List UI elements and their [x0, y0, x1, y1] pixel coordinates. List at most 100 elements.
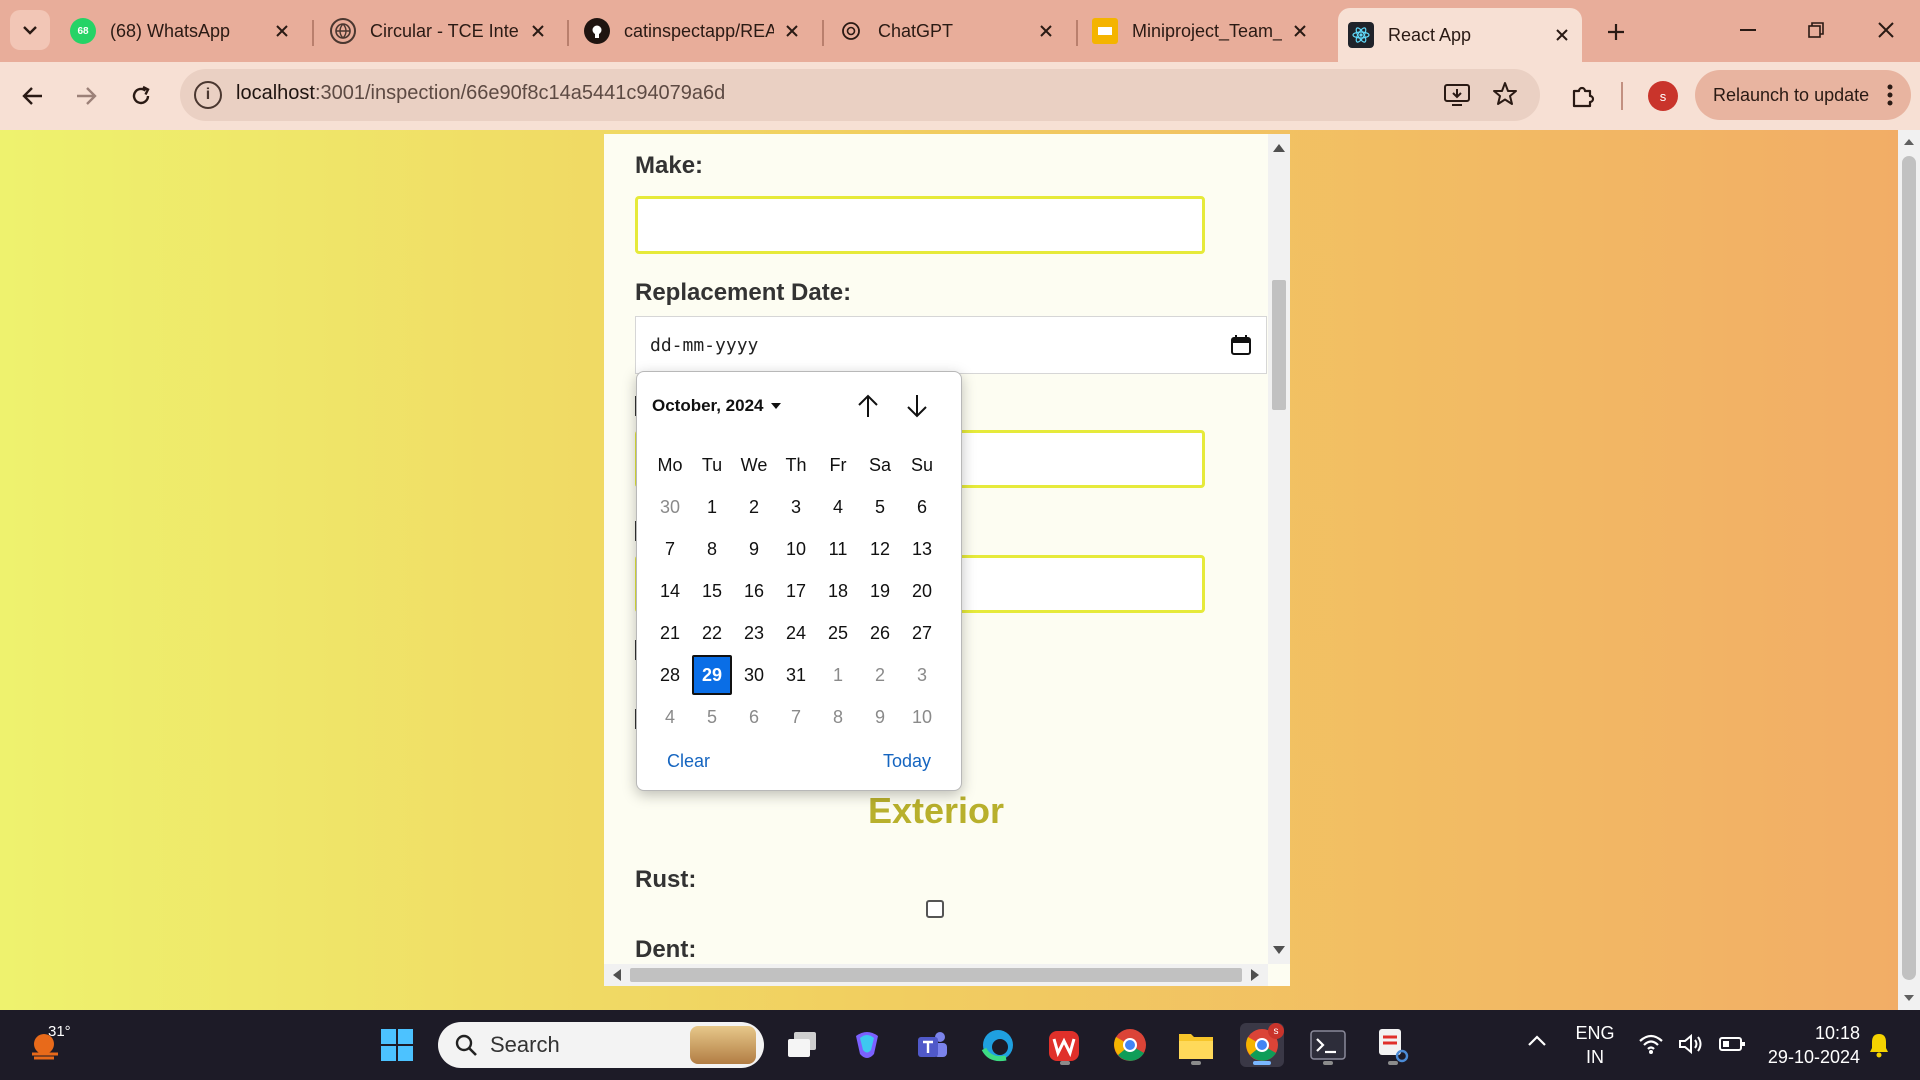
- minimize-button[interactable]: [1728, 12, 1768, 48]
- calendar-day[interactable]: 26: [859, 612, 901, 654]
- close-icon[interactable]: [272, 21, 292, 41]
- clear-date-button[interactable]: Clear: [667, 751, 710, 772]
- site-info-icon[interactable]: i: [194, 81, 222, 109]
- form-horizontal-scrollbar[interactable]: [604, 964, 1268, 986]
- profile-avatar[interactable]: s: [1648, 81, 1678, 111]
- calendar-day[interactable]: 6: [733, 696, 775, 738]
- scroll-right-arrow[interactable]: [1251, 969, 1259, 981]
- calendar-day[interactable]: 3: [901, 654, 943, 696]
- calendar-day[interactable]: 18: [817, 570, 859, 612]
- chrome-profile-button[interactable]: [1108, 1023, 1152, 1067]
- calendar-day[interactable]: 20: [901, 570, 943, 612]
- calendar-day[interactable]: 23: [733, 612, 775, 654]
- next-month-button[interactable]: [901, 390, 933, 422]
- tab-miniproject[interactable]: Miniproject_Team_: [1092, 11, 1310, 51]
- make-input[interactable]: [635, 196, 1205, 254]
- scroll-thumb[interactable]: [1902, 156, 1916, 980]
- calendar-day[interactable]: 16: [733, 570, 775, 612]
- calendar-day[interactable]: 31: [775, 654, 817, 696]
- calendar-day[interactable]: 10: [901, 696, 943, 738]
- form-vertical-scrollbar[interactable]: [1268, 134, 1290, 964]
- close-icon[interactable]: [1552, 25, 1572, 45]
- extensions-button[interactable]: [1563, 76, 1603, 116]
- restore-button[interactable]: [1796, 12, 1836, 48]
- copilot-button[interactable]: [845, 1023, 889, 1067]
- scroll-thumb[interactable]: [1272, 280, 1286, 410]
- calendar-day[interactable]: 7: [649, 528, 691, 570]
- calendar-day[interactable]: 7: [775, 696, 817, 738]
- today-button[interactable]: Today: [883, 751, 931, 772]
- taskbar-search[interactable]: Search: [438, 1022, 764, 1068]
- calendar-day[interactable]: 21: [649, 612, 691, 654]
- calendar-day[interactable]: 25: [817, 612, 859, 654]
- calendar-day[interactable]: 4: [649, 696, 691, 738]
- bookmark-star-icon[interactable]: [1492, 81, 1518, 112]
- terminal-button[interactable]: [1306, 1023, 1350, 1067]
- tab-search-button[interactable]: [10, 10, 50, 50]
- calendar-day[interactable]: 9: [733, 528, 775, 570]
- page-vertical-scrollbar[interactable]: [1898, 130, 1920, 1010]
- calendar-day[interactable]: 8: [817, 696, 859, 738]
- calendar-day[interactable]: 14: [649, 570, 691, 612]
- calendar-day[interactable]: 1: [691, 486, 733, 528]
- calendar-day[interactable]: 30: [649, 486, 691, 528]
- clock[interactable]: 10:18 29-10-2024: [1754, 1021, 1860, 1069]
- tab-react-app[interactable]: React App: [1338, 8, 1582, 62]
- new-tab-button[interactable]: [1598, 14, 1634, 50]
- relaunch-button[interactable]: Relaunch to update: [1695, 70, 1911, 120]
- calendar-day[interactable]: 4: [817, 486, 859, 528]
- scroll-down-arrow[interactable]: [1273, 946, 1285, 954]
- scroll-up-arrow[interactable]: [1273, 144, 1285, 152]
- more-vertical-icon[interactable]: [1887, 84, 1893, 106]
- calendar-day[interactable]: 13: [901, 528, 943, 570]
- calendar-day[interactable]: 6: [901, 486, 943, 528]
- scroll-up-arrow[interactable]: [1903, 138, 1915, 146]
- calendar-day[interactable]: 5: [691, 696, 733, 738]
- weather-widget[interactable]: 31°: [26, 1023, 106, 1068]
- calendar-day[interactable]: 12: [859, 528, 901, 570]
- replacement-date-input[interactable]: dd-mm-yyyy: [635, 316, 1267, 374]
- task-view-button[interactable]: [780, 1023, 824, 1067]
- address-bar[interactable]: i localhost:3001/inspection/66e90f8c14a5…: [180, 69, 1540, 121]
- scroll-left-arrow[interactable]: [613, 969, 621, 981]
- previous-month-button[interactable]: [852, 390, 884, 422]
- notifications-button[interactable]: [1868, 1032, 1890, 1063]
- tab-chatgpt[interactable]: ChatGPT: [838, 11, 1056, 51]
- teams-button[interactable]: [910, 1023, 954, 1067]
- rust-checkbox[interactable]: [926, 900, 944, 918]
- calendar-day[interactable]: 5: [859, 486, 901, 528]
- calendar-day[interactable]: 8: [691, 528, 733, 570]
- calendar-icon[interactable]: [1230, 334, 1252, 356]
- calendar-day[interactable]: 1: [817, 654, 859, 696]
- show-hidden-icons-button[interactable]: [1527, 1034, 1547, 1052]
- file-explorer-button[interactable]: [1174, 1023, 1218, 1067]
- calendar-day[interactable]: 10: [775, 528, 817, 570]
- calendar-day[interactable]: 17: [775, 570, 817, 612]
- close-icon[interactable]: [1036, 21, 1056, 41]
- month-year-selector[interactable]: October, 2024: [652, 396, 781, 416]
- language-indicator[interactable]: ENG IN: [1572, 1021, 1618, 1069]
- calendar-day-selected[interactable]: 29: [691, 654, 733, 696]
- calendar-day[interactable]: 9: [859, 696, 901, 738]
- chrome-active-button[interactable]: s: [1240, 1023, 1284, 1067]
- tab-github[interactable]: catinspectapp/REA: [584, 11, 802, 51]
- tab-whatsapp[interactable]: 68 (68) WhatsApp: [70, 11, 292, 51]
- calendar-day[interactable]: 28: [649, 654, 691, 696]
- scroll-thumb[interactable]: [630, 968, 1242, 982]
- install-app-icon[interactable]: [1444, 83, 1470, 112]
- close-icon[interactable]: [1290, 21, 1310, 41]
- calendar-day[interactable]: 11: [817, 528, 859, 570]
- snipping-tool-button[interactable]: [1371, 1023, 1415, 1067]
- reload-button[interactable]: [121, 76, 161, 116]
- calendar-day[interactable]: 24: [775, 612, 817, 654]
- calendar-day[interactable]: 30: [733, 654, 775, 696]
- close-icon[interactable]: [528, 21, 548, 41]
- calendar-day[interactable]: 2: [859, 654, 901, 696]
- wps-office-button[interactable]: [1043, 1023, 1087, 1067]
- system-tray[interactable]: [1638, 1033, 1746, 1055]
- calendar-day[interactable]: 22: [691, 612, 733, 654]
- close-icon[interactable]: [782, 21, 802, 41]
- start-button[interactable]: [375, 1023, 419, 1067]
- calendar-day[interactable]: 2: [733, 486, 775, 528]
- back-button[interactable]: [13, 76, 53, 116]
